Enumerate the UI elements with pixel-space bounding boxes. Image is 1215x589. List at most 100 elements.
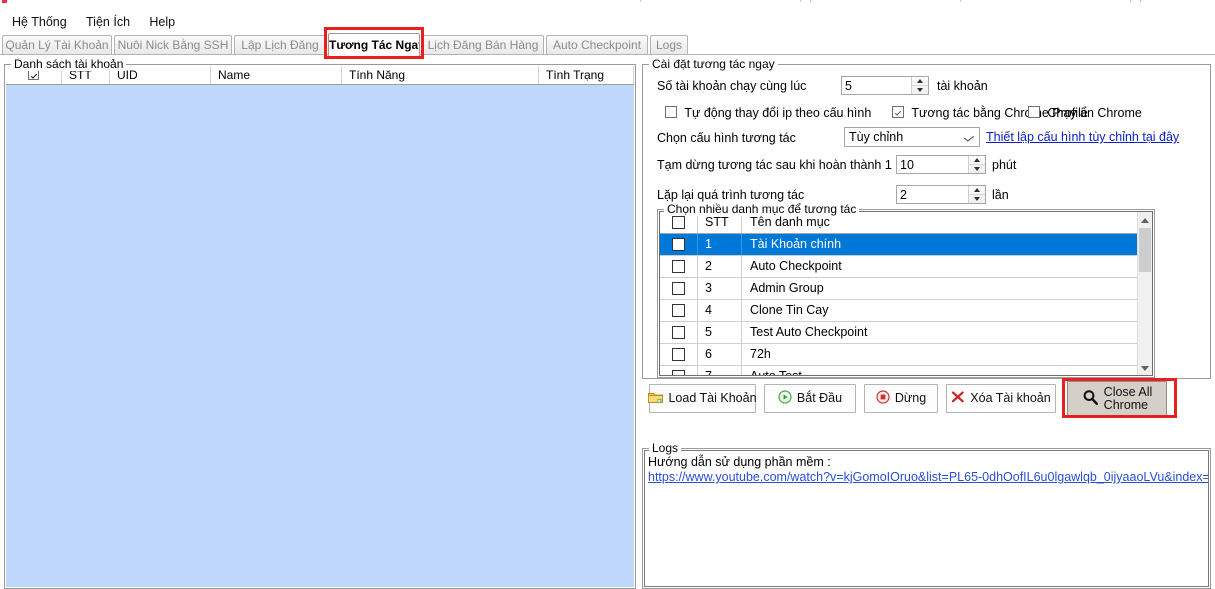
close-all-chrome-button[interactable]: Close All Chrome: [1067, 381, 1167, 416]
window-title-strip: [0, 0, 1215, 5]
row-checkbox-cell[interactable]: [660, 322, 698, 343]
category-rows[interactable]: STT Tên danh mục 1 Tài Khoản chính 2 Aut…: [660, 212, 1137, 375]
row-checkbox-cell[interactable]: [660, 366, 698, 375]
logs-title: Logs: [649, 441, 682, 455]
table-row[interactable]: 7 Auto Test: [660, 366, 1137, 376]
account-list-groupbox: Danh sách tài khoản STT UID Name Tính Nă…: [4, 57, 636, 589]
checkbox-auto-ip-control[interactable]: Tự động thay đổi ip theo cấu hình: [665, 105, 871, 120]
menu-bar: Hệ Thống Tiện Ích Help: [0, 13, 1215, 31]
menu-item-help[interactable]: Help: [141, 13, 183, 31]
checkbox-checked-icon[interactable]: [892, 106, 904, 119]
chevron-up-icon[interactable]: [969, 156, 985, 165]
chevron-down-icon[interactable]: [912, 86, 928, 95]
tab-lich-dang-ban-hang[interactable]: Lịch Đăng Bán Hàng: [422, 35, 544, 55]
config-label: Chọn cấu hình tương tác: [657, 131, 796, 145]
checkbox-icon[interactable]: [672, 326, 685, 339]
row-stt: 6: [698, 344, 742, 365]
table-row[interactable]: 1 Tài Khoản chính: [660, 234, 1137, 256]
pause-label: Tạm dừng tương tác sau khi hoàn thành 1 …: [657, 158, 919, 172]
checkbox-icon[interactable]: [672, 370, 685, 375]
menu-item-tien-ich[interactable]: Tiện Ích: [78, 13, 138, 31]
logs-guide-text: Hướng dẫn sử dụng phần mềm :: [648, 455, 831, 469]
config-dropdown[interactable]: Tùy chỉnh: [844, 127, 980, 147]
pause-label-wrap: Tạm dừng tương tác sau khi hoàn thành 1 …: [657, 157, 918, 173]
row-name: Admin Group: [750, 281, 824, 295]
close-all-chrome-label-line1: Close All: [1103, 384, 1153, 399]
row-checkbox-cell[interactable]: [660, 344, 698, 365]
checkbox-hidden-chrome[interactable]: Chạy ẩn Chrome: [1028, 105, 1142, 120]
tab-logs[interactable]: Logs: [650, 35, 688, 55]
table-row[interactable]: 6 72h: [660, 344, 1137, 366]
concurrent-accounts-input[interactable]: [842, 77, 911, 94]
row-stt: 1: [698, 234, 742, 255]
start-button[interactable]: Bắt Đầu: [764, 384, 856, 413]
menu-item-he-thong[interactable]: Hệ Thống: [4, 13, 75, 31]
chevron-down-icon[interactable]: [965, 135, 974, 140]
checkbox-icon[interactable]: [1028, 106, 1040, 119]
chevron-down-icon[interactable]: [969, 165, 985, 174]
table-row[interactable]: 5 Test Auto Checkpoint: [660, 322, 1137, 344]
row-checkbox-cell[interactable]: [660, 256, 698, 277]
row-stt: 5: [698, 322, 742, 343]
account-col-tinh-trang[interactable]: Tình Trạng: [539, 66, 634, 84]
account-table[interactable]: STT UID Name Tính Năng Tình Trạng: [6, 66, 634, 587]
concurrent-accounts-unit-wrap: tài khoản: [937, 78, 988, 94]
stepper-buttons[interactable]: [968, 186, 985, 203]
category-selection-title: Chọn nhiều danh mục để tương tác: [664, 202, 860, 216]
account-col-name[interactable]: Name: [211, 66, 342, 84]
tab-lap-lich-dang[interactable]: Lập Lịch Đăng: [234, 35, 326, 55]
delete-accounts-button[interactable]: Xóa Tài khoản: [946, 384, 1056, 413]
load-accounts-button[interactable]: Load Tài Khoản: [648, 384, 757, 413]
tab-strip: Quản Lý Tài Khoản Nuôi Nick Bằng SSH Lập…: [0, 33, 1215, 57]
row-checkbox-cell[interactable]: [660, 300, 698, 321]
logs-tutorial-link[interactable]: https://www.youtube.com/watch?v=kjGomoIO…: [648, 470, 1208, 485]
scroll-up-icon[interactable]: [1138, 212, 1152, 227]
stop-circle-icon: [876, 390, 890, 407]
account-table-body[interactable]: [6, 85, 634, 587]
repeat-label-wrap: Lặp lại quá trình tương tác: [657, 187, 804, 203]
category-table[interactable]: STT Tên danh mục 1 Tài Khoản chính 2 Aut…: [659, 211, 1153, 376]
checkbox-icon[interactable]: [672, 238, 685, 251]
checkbox-icon[interactable]: [672, 282, 685, 295]
account-col-tinh-nang[interactable]: Tính Năng: [342, 66, 539, 84]
checkbox-icon[interactable]: [672, 304, 685, 317]
table-row[interactable]: 2 Auto Checkpoint: [660, 256, 1137, 278]
pause-minutes-input[interactable]: [897, 156, 968, 173]
chevron-up-icon[interactable]: [969, 186, 985, 195]
checkbox-icon[interactable]: [665, 106, 677, 119]
logs-groupbox: Logs Hướng dẫn sử dụng phần mềm : https:…: [642, 441, 1211, 589]
pause-minutes-stepper[interactable]: [896, 155, 986, 174]
checkbox-icon[interactable]: [672, 260, 685, 273]
table-row[interactable]: 4 Clone Tin Cay: [660, 300, 1137, 322]
category-table-scrollbar[interactable]: [1137, 212, 1152, 375]
row-checkbox-cell[interactable]: [660, 234, 698, 255]
checkbox-auto-ip-label: Tự động thay đổi ip theo cấu hình: [684, 106, 872, 121]
checkbox-icon[interactable]: [672, 348, 685, 361]
row-stt: 7: [698, 366, 742, 375]
logs-content[interactable]: Hướng dẫn sử dụng phần mềm : https://www…: [644, 450, 1209, 587]
checkbox-hidden-chrome-label: Chạy ẩn Chrome: [1047, 106, 1142, 121]
config-label-wrap: Chọn cấu hình tương tác: [657, 130, 796, 146]
chevron-up-icon[interactable]: [912, 77, 928, 86]
row-name: 72h: [750, 347, 771, 361]
stepper-buttons[interactable]: [968, 156, 985, 173]
stop-button[interactable]: Dừng: [864, 384, 938, 413]
row-name: Auto Test: [750, 369, 802, 376]
row-checkbox-cell[interactable]: [660, 278, 698, 299]
repeat-count-input[interactable]: [897, 186, 968, 203]
row-stt: 4: [698, 300, 742, 321]
scrollbar-thumb[interactable]: [1139, 228, 1151, 272]
table-row[interactable]: 3 Admin Group: [660, 278, 1137, 300]
repeat-unit-wrap: lần: [992, 187, 1009, 203]
tab-quan-ly-tai-khoan[interactable]: Quản Lý Tài Khoản: [2, 35, 112, 55]
checkbox-hidden-chrome-control[interactable]: Chạy ẩn Chrome: [1028, 105, 1142, 120]
tab-auto-checkpoint[interactable]: Auto Checkpoint: [546, 35, 648, 55]
config-setup-link[interactable]: Thiết lập cấu hình tùy chỉnh tại đây: [986, 130, 1179, 144]
tab-tuong-tac-ngay[interactable]: Tương Tác Ngay: [328, 33, 420, 57]
checkbox-icon[interactable]: [672, 216, 685, 229]
concurrent-accounts-stepper[interactable]: [841, 76, 929, 95]
checkbox-auto-ip[interactable]: Tự động thay đổi ip theo cấu hình: [665, 105, 871, 120]
stepper-buttons[interactable]: [911, 77, 928, 94]
tab-nuoi-nick-bang-ssh[interactable]: Nuôi Nick Bằng SSH: [114, 35, 232, 55]
scroll-down-icon[interactable]: [1138, 360, 1152, 375]
